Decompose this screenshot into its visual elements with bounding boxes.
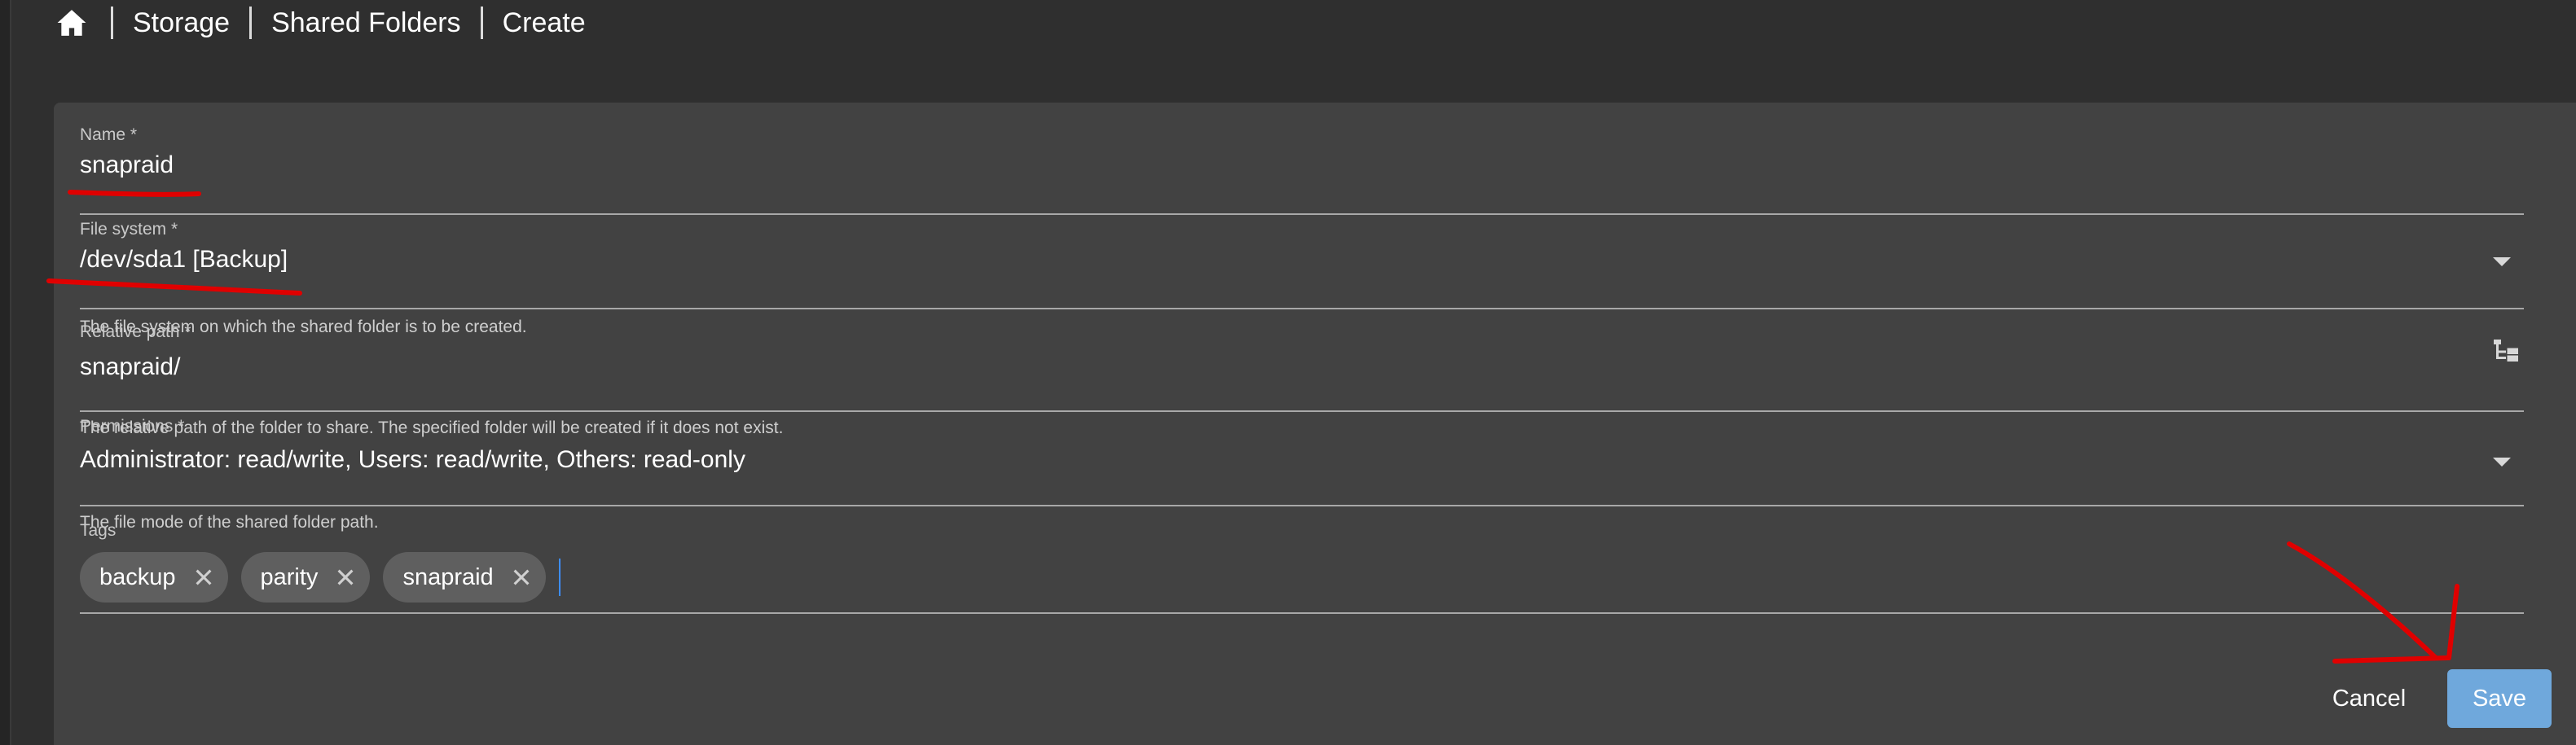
relative-path-input[interactable]: snapraid/ xyxy=(80,353,180,381)
tag-chip-label: snapraid xyxy=(402,563,494,590)
relative-path-underline xyxy=(80,410,2524,412)
file-system-dropdown-icon[interactable] xyxy=(2493,257,2511,266)
tag-chip-parity[interactable]: parity xyxy=(240,552,371,603)
home-button[interactable] xyxy=(52,0,91,46)
relative-path-label: Relative path * xyxy=(80,322,191,341)
home-icon xyxy=(57,10,86,36)
name-field[interactable]: Name * snapraid xyxy=(80,125,2524,215)
tag-chip-label: parity xyxy=(260,563,319,590)
breadcrumb-storage[interactable]: Storage xyxy=(133,7,230,39)
file-system-underline xyxy=(80,308,2524,309)
shared-folder-form: Name * snapraid File system * /dev/sda1 … xyxy=(54,103,2576,745)
tags-underline xyxy=(80,612,2524,614)
tag-chip-label: backup xyxy=(99,563,176,590)
permissions-dropdown-icon[interactable] xyxy=(2493,458,2511,467)
remove-tag-icon[interactable] xyxy=(192,566,215,589)
remove-tag-icon[interactable] xyxy=(334,566,357,589)
save-button[interactable]: Save xyxy=(2447,669,2552,728)
breadcrumb-separator xyxy=(111,7,113,39)
cancel-button[interactable]: Cancel xyxy=(2309,669,2429,728)
permissions-field[interactable]: Permissions * Administrator: read/write,… xyxy=(80,417,2524,532)
tags-chip-list: backup parity snapraid xyxy=(80,551,1141,603)
permissions-underline xyxy=(80,505,2524,506)
name-label: Name * xyxy=(80,125,138,144)
tag-chip-snapraid[interactable]: snapraid xyxy=(383,552,546,603)
left-rail xyxy=(0,0,11,745)
tags-label: Tags xyxy=(80,521,116,540)
permissions-select[interactable]: Administrator: read/write, Users: read/w… xyxy=(80,446,745,474)
permissions-label: Permissions * xyxy=(80,417,185,436)
tag-input[interactable] xyxy=(558,559,1141,596)
relative-path-field[interactable]: Relative path * snapraid/ The relative p… xyxy=(80,322,2524,437)
breadcrumb-separator xyxy=(480,7,483,39)
tag-chip-backup[interactable]: backup xyxy=(80,552,228,603)
file-system-label: File system * xyxy=(80,220,178,239)
breadcrumb-current: Create xyxy=(502,7,586,38)
file-system-field[interactable]: File system * /dev/sda1 [Backup] The fil… xyxy=(80,220,2524,336)
folder-tree-icon[interactable] xyxy=(2491,337,2521,366)
name-input[interactable]: snapraid xyxy=(80,151,174,179)
name-underline xyxy=(80,213,2524,215)
file-system-select[interactable]: /dev/sda1 [Backup] xyxy=(80,246,288,274)
remove-tag-icon[interactable] xyxy=(510,566,533,589)
breadcrumb: Storage Shared Folders Create xyxy=(52,0,586,46)
breadcrumb-separator xyxy=(249,7,253,39)
permissions-hint: The file mode of the shared folder path. xyxy=(80,513,379,532)
breadcrumb-shared-folders[interactable]: Shared Folders xyxy=(271,7,460,39)
